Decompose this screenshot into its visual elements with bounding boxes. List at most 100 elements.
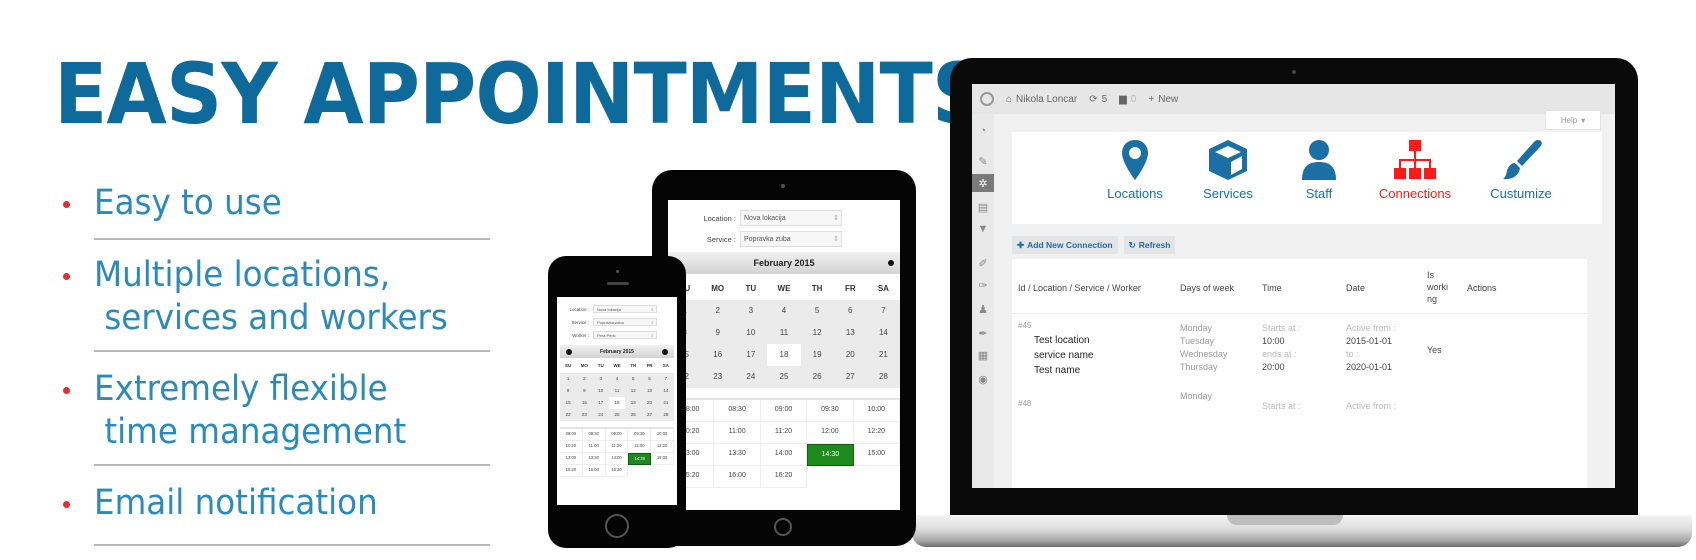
field-select[interactable]: Popravka zuba ⇕ (740, 231, 842, 247)
time-slot[interactable]: 09:30 (807, 400, 854, 422)
calendar-day[interactable]: 7 (867, 300, 900, 322)
field-select[interactable]: Popravka zuba ⇕ (593, 318, 657, 326)
calendar-day[interactable]: 8 (560, 385, 576, 397)
calendar-day[interactable]: 6 (641, 373, 657, 385)
calendar-day[interactable]: 7 (658, 373, 674, 385)
nav-services[interactable]: Services (1183, 138, 1273, 201)
time-slot[interactable]: 15:00 (651, 453, 674, 465)
time-slot[interactable]: 11:20 (760, 422, 808, 444)
calendar-day[interactable]: 9 (576, 385, 592, 397)
table-row[interactable]: #45 Test location service name Test name… (1012, 315, 1587, 385)
comments-link[interactable]: ▆ 0 (1119, 94, 1136, 105)
time-slot[interactable]: 14:00 (760, 444, 808, 466)
calendar-day[interactable]: 3 (593, 373, 609, 385)
calendar-day[interactable]: 14 (867, 322, 900, 344)
nav-locations[interactable]: Locations (1090, 138, 1180, 201)
calendar-day[interactable]: 26 (625, 409, 641, 421)
help-button[interactable]: Help ▾ (1545, 110, 1601, 130)
nav-customize[interactable]: Custumize (1476, 138, 1566, 201)
calendar-day[interactable]: 4 (609, 373, 625, 385)
calendar-day[interactable]: 21 (658, 397, 674, 409)
time-slot[interactable]: 10:20 (560, 441, 583, 453)
time-slot[interactable]: 14:30 (628, 453, 652, 465)
calendar-day[interactable]: 16 (576, 397, 592, 409)
time-slot[interactable]: 11:20 (605, 441, 629, 453)
calendar-day[interactable]: 5 (625, 373, 641, 385)
calendar-day[interactable]: 18 (767, 344, 801, 366)
add-connection-button[interactable]: ✚ Add New Connection (1012, 236, 1118, 254)
calendar-day[interactable]: 14 (658, 385, 674, 397)
time-slot[interactable]: 08:30 (714, 400, 761, 422)
calendar-day[interactable]: 3 (734, 300, 767, 322)
time-slot[interactable]: 12:00 (807, 422, 854, 444)
time-slot[interactable]: 16:00 (582, 465, 606, 477)
calendar-day[interactable]: 20 (641, 397, 657, 409)
wordpress-logo-icon[interactable] (980, 92, 994, 106)
appearance-icon[interactable]: ✐ (972, 254, 994, 272)
calendar-day[interactable]: 26 (801, 366, 834, 388)
calendar-day[interactable]: 19 (801, 344, 834, 366)
new-content-link[interactable]: + New (1148, 94, 1178, 105)
time-slot[interactable]: 08:30 (582, 429, 606, 441)
dashboard-icon[interactable]: ◔ (972, 122, 994, 140)
calendar-day[interactable]: 2 (701, 300, 734, 322)
time-slot[interactable]: 12:00 (628, 441, 652, 453)
time-slot[interactable]: 14:00 (605, 453, 629, 465)
calendar-day[interactable]: 27 (834, 366, 867, 388)
calendar-day[interactable]: 13 (641, 385, 657, 397)
calendar-day[interactable]: 23 (701, 366, 734, 388)
field-select[interactable]: Nova lokacija ⇕ (593, 305, 657, 313)
calendar-day[interactable]: 11 (609, 385, 625, 397)
calendar-day[interactable]: 16 (701, 344, 734, 366)
calendar-day[interactable]: 17 (593, 397, 609, 409)
time-slot[interactable]: 14:30 (807, 444, 854, 466)
calendar-day[interactable]: 12 (801, 322, 834, 344)
tools-icon[interactable]: ✒ (972, 324, 994, 342)
time-slot[interactable]: 10:00 (853, 400, 900, 422)
settings-icon[interactable]: ✲ (972, 174, 994, 192)
calendar-day[interactable]: 2 (576, 373, 592, 385)
time-slot[interactable]: 09:00 (760, 400, 808, 422)
calendar-day[interactable]: 4 (767, 300, 800, 322)
calendar-day[interactable]: 24 (593, 409, 609, 421)
calendar-day[interactable]: 23 (576, 409, 592, 421)
plugins-icon[interactable]: ✑ (972, 276, 994, 294)
time-slot[interactable]: 13:30 (714, 444, 761, 466)
time-slot[interactable]: 09:00 (605, 429, 629, 441)
calendar-day[interactable]: 11 (767, 322, 800, 344)
calendar-day[interactable]: 25 (767, 366, 800, 388)
calendar-day[interactable]: 25 (609, 409, 625, 421)
time-slot[interactable]: 11:00 (714, 422, 761, 444)
calendar-day[interactable]: 18 (608, 397, 626, 409)
pages-icon[interactable]: ▤ (972, 198, 994, 216)
time-slot[interactable]: 16:00 (714, 466, 761, 488)
field-select[interactable]: Pera Peric ⇕ (593, 331, 657, 339)
time-slot[interactable]: 15:20 (560, 465, 583, 477)
site-name-link[interactable]: ⌂ Nikola Loncar (1006, 94, 1077, 105)
table-row[interactable]: #48 Monday Starts at : Active from : (1012, 389, 1587, 429)
nav-staff[interactable]: Staff (1274, 138, 1364, 201)
calendar-day[interactable]: 9 (701, 322, 734, 344)
calendar-day[interactable]: 21 (867, 344, 900, 366)
calendar-day[interactable]: 15 (560, 397, 576, 409)
calendar-day[interactable]: 27 (641, 409, 657, 421)
nav-connections[interactable]: Connections (1360, 138, 1470, 201)
time-slot[interactable]: 09:30 (628, 429, 652, 441)
time-slot[interactable]: 15:00 (853, 444, 900, 466)
calendar-day[interactable]: 12 (625, 385, 641, 397)
users-icon[interactable]: ♟ (972, 300, 994, 318)
time-slot[interactable]: 12:20 (853, 422, 900, 444)
calendar-day[interactable]: 5 (801, 300, 834, 322)
time-slot[interactable]: 08:00 (560, 429, 583, 441)
refresh-button[interactable]: ↻ Refresh (1123, 236, 1176, 254)
calendar-day[interactable]: 10 (734, 322, 767, 344)
calendar-day[interactable]: 24 (734, 366, 767, 388)
circle-icon[interactable]: ◉ (972, 370, 994, 388)
calendar-day[interactable]: 28 (867, 366, 900, 388)
calendar-day[interactable]: 1 (560, 373, 576, 385)
time-slot[interactable]: 13:00 (560, 453, 583, 465)
time-slot[interactable]: 13:30 (582, 453, 606, 465)
pin-icon[interactable]: ✎ (972, 152, 994, 170)
calendar-day[interactable]: 20 (834, 344, 867, 366)
settings-panel-icon[interactable]: ▦ (972, 346, 994, 364)
